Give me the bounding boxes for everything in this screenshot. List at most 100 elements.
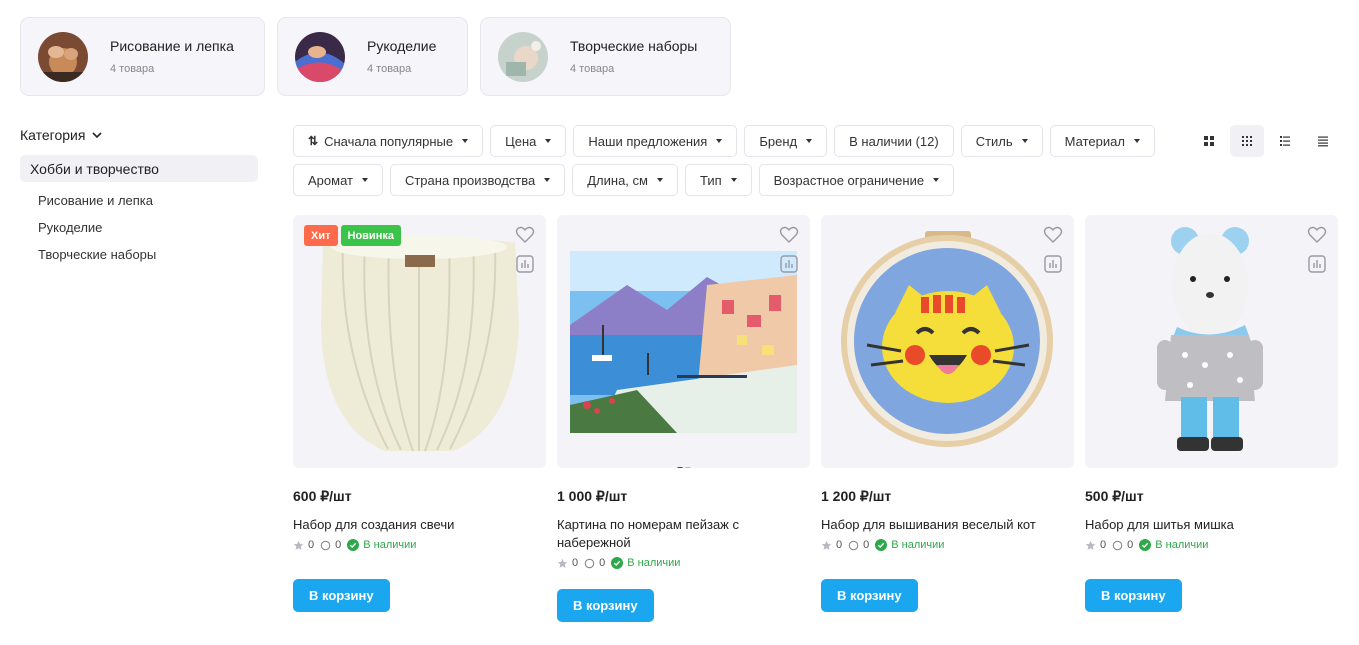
product-image[interactable] bbox=[1085, 215, 1338, 468]
product-meta: 0 0 В наличии bbox=[1085, 538, 1338, 552]
product-name[interactable]: Набор для шитья мишка bbox=[1085, 516, 1338, 534]
category-card-drawing[interactable]: Рисование и лепка 4 товара bbox=[20, 17, 265, 96]
category-card-kits[interactable]: Творческие наборы 4 товара bbox=[480, 17, 731, 96]
filter-age[interactable]: Возрастное ограничение bbox=[758, 164, 955, 196]
product-name[interactable]: Набор для вышивания веселый кот bbox=[821, 516, 1074, 534]
category-thumbnail bbox=[38, 31, 88, 82]
filter-price[interactable]: Цена bbox=[490, 125, 567, 157]
grid-small-icon bbox=[1242, 136, 1252, 146]
star-icon bbox=[293, 540, 304, 550]
category-card-needlework[interactable]: Рукоделие 4 товара bbox=[277, 17, 468, 96]
check-circle-icon bbox=[611, 557, 624, 569]
stock-status: В наличии bbox=[363, 539, 417, 551]
filter-in-stock[interactable]: В наличии (12) bbox=[834, 125, 954, 157]
category-cards: Рисование и лепка 4 товара Рукоделие 4 т… bbox=[20, 17, 731, 96]
filter-label: Наши предложения bbox=[588, 133, 708, 149]
stock-status: В наличии bbox=[891, 539, 945, 551]
product-image[interactable] bbox=[821, 215, 1074, 468]
add-to-cart-button[interactable]: В корзину bbox=[557, 589, 654, 622]
product-meta: 0 0 В наличии bbox=[293, 538, 546, 552]
product-card: 500 ₽/шт Набор для шитья мишка 0 0 В нал… bbox=[1085, 215, 1338, 622]
filter-aroma[interactable]: Аромат bbox=[293, 164, 383, 196]
product-price: 600 ₽/шт bbox=[293, 488, 352, 504]
add-to-cart-button[interactable]: В корзину bbox=[293, 579, 390, 612]
heart-icon[interactable] bbox=[515, 225, 535, 245]
star-icon bbox=[1085, 540, 1096, 550]
view-list-button[interactable] bbox=[1268, 125, 1302, 157]
rating-value: 0 bbox=[572, 557, 579, 569]
sidebar-item-active[interactable]: Хобби и творчество bbox=[20, 155, 258, 182]
category-filter-toggle[interactable]: Категория bbox=[20, 126, 258, 144]
compare-icon[interactable] bbox=[1043, 254, 1063, 274]
sidebar-item-drawing[interactable]: Рисование и лепка bbox=[38, 194, 258, 221]
heart-icon[interactable] bbox=[1043, 225, 1063, 245]
product-name[interactable]: Картина по номерам пейзаж с набережной bbox=[557, 516, 810, 552]
comment-icon bbox=[320, 540, 331, 550]
view-large-grid-button[interactable] bbox=[1192, 125, 1226, 157]
product-meta: 0 0 В наличии bbox=[557, 556, 810, 570]
view-switcher bbox=[1192, 125, 1340, 157]
product-badges: Хит Новинка bbox=[304, 225, 401, 246]
lines-icon bbox=[1318, 136, 1328, 147]
product-card: Хит Новинка 600 ₽/шт Набор для создания … bbox=[293, 215, 546, 622]
filter-label: Аромат bbox=[308, 172, 353, 188]
rating-value: 0 bbox=[308, 539, 315, 551]
view-small-grid-button[interactable] bbox=[1230, 125, 1264, 157]
filter-label: Длина, см bbox=[587, 172, 648, 188]
landscape-painting-image bbox=[570, 251, 797, 433]
caret-down-icon bbox=[1133, 139, 1140, 143]
star-icon bbox=[557, 558, 568, 568]
caret-down-icon bbox=[545, 139, 552, 143]
sort-label: Сначала популярные bbox=[324, 133, 454, 149]
category-title: Творческие наборы bbox=[570, 38, 698, 54]
sort-dropdown[interactable]: ⇅ Сначала популярные bbox=[293, 125, 484, 157]
sidebar-item-needlework[interactable]: Рукоделие bbox=[38, 221, 258, 248]
stock-status: В наличии bbox=[1155, 539, 1209, 551]
filter-material[interactable]: Материал bbox=[1049, 125, 1155, 157]
filter-label: Страна производства bbox=[404, 172, 536, 188]
caret-down-icon bbox=[933, 178, 940, 182]
category-heading: Категория bbox=[20, 127, 86, 143]
product-card: 1 000 ₽/шт Картина по номерам пейзаж с н… bbox=[557, 215, 810, 622]
product-price: 1 000 ₽/шт bbox=[557, 488, 628, 504]
filter-brand[interactable]: Бренд bbox=[744, 125, 828, 157]
image-slider-dots[interactable] bbox=[677, 467, 690, 468]
reviews-count: 0 bbox=[1127, 539, 1134, 551]
category-title: Рукоделие bbox=[367, 38, 437, 54]
filter-style[interactable]: Стиль bbox=[960, 125, 1043, 157]
compare-icon[interactable] bbox=[515, 254, 535, 274]
sidebar-item-kits[interactable]: Творческие наборы bbox=[38, 248, 258, 275]
compare-icon[interactable] bbox=[1307, 254, 1327, 274]
filter-length[interactable]: Длина, см bbox=[572, 164, 678, 196]
category-thumbnail bbox=[498, 31, 548, 82]
check-circle-icon bbox=[875, 539, 888, 551]
filter-label: Стиль bbox=[975, 133, 1013, 149]
product-name[interactable]: Набор для создания свечи bbox=[293, 516, 546, 534]
heart-icon[interactable] bbox=[1307, 225, 1327, 245]
reviews-count: 0 bbox=[599, 557, 606, 569]
heart-icon[interactable] bbox=[779, 225, 799, 245]
sort-icon: ⇅ bbox=[308, 134, 318, 148]
filter-label: Цена bbox=[505, 133, 537, 149]
chevron-down-icon bbox=[92, 132, 103, 139]
compare-icon[interactable] bbox=[779, 254, 799, 274]
filter-offers[interactable]: Наши предложения bbox=[573, 125, 738, 157]
teddy-bear-image bbox=[1157, 227, 1263, 451]
category-sidebar: Категория Хобби и творчество Рисование и… bbox=[20, 126, 258, 275]
product-image[interactable]: Хит Новинка bbox=[293, 215, 546, 468]
caret-down-icon bbox=[462, 139, 469, 143]
check-circle-icon bbox=[1139, 539, 1152, 551]
filter-label: Материал bbox=[1064, 133, 1125, 149]
category-thumbnail bbox=[295, 31, 345, 82]
caret-down-icon bbox=[361, 178, 368, 182]
sidebar-subcategory-list: Рисование и лепка Рукоделие Творческие н… bbox=[20, 194, 258, 275]
product-image[interactable] bbox=[557, 215, 810, 468]
view-compact-list-button[interactable] bbox=[1306, 125, 1340, 157]
filter-country[interactable]: Страна производства bbox=[389, 164, 566, 196]
add-to-cart-button[interactable]: В корзину bbox=[1085, 579, 1182, 612]
filter-type[interactable]: Тип bbox=[684, 164, 752, 196]
add-to-cart-button[interactable]: В корзину bbox=[821, 579, 918, 612]
caret-down-icon bbox=[544, 178, 551, 182]
stock-status: В наличии bbox=[627, 557, 681, 569]
reviews-count: 0 bbox=[335, 539, 342, 551]
